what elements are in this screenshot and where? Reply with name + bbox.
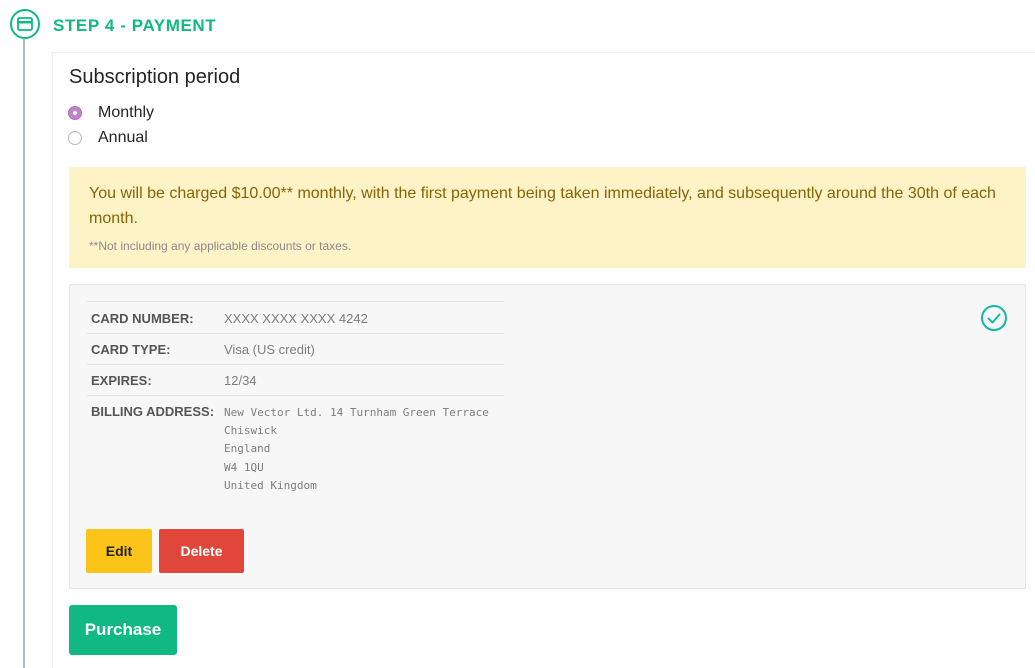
edit-card-button[interactable]: Edit bbox=[86, 529, 152, 573]
radio-annual[interactable]: Annual bbox=[68, 129, 148, 147]
charge-notice-message: You will be charged $10.00** monthly, wi… bbox=[89, 185, 996, 227]
timeline-line bbox=[23, 38, 25, 668]
card-number-label: CARD NUMBER: bbox=[87, 301, 220, 334]
table-row: CARD NUMBER: XXXX XXXX XXXX 4242 bbox=[87, 301, 504, 334]
table-row: EXPIRES: 12/34 bbox=[87, 364, 504, 396]
card-type-value: Visa (US credit) bbox=[220, 333, 504, 365]
subscription-period-heading: Subscription period bbox=[69, 66, 241, 88]
table-row: BILLING ADDRESS: New Vector Ltd. 14 Turn… bbox=[87, 395, 504, 503]
billing-address-value: New Vector Ltd. 14 Turnham Green Terrace… bbox=[224, 406, 489, 492]
purchase-button[interactable]: Purchase bbox=[69, 605, 177, 655]
saved-card: CARD NUMBER: XXXX XXXX XXXX 4242 CARD TY… bbox=[69, 284, 1026, 589]
radio-monthly-button[interactable] bbox=[68, 106, 82, 120]
expires-value: 12/34 bbox=[220, 364, 504, 396]
delete-card-button[interactable]: Delete bbox=[159, 529, 244, 573]
step-title: STEP 4 - PAYMENT bbox=[53, 16, 217, 35]
check-circle-icon bbox=[980, 304, 1008, 337]
charge-notice: You will be charged $10.00** monthly, wi… bbox=[69, 167, 1026, 268]
table-row: CARD TYPE: Visa (US credit) bbox=[87, 333, 504, 365]
credit-card-icon bbox=[10, 9, 40, 39]
radio-monthly-label: Monthly bbox=[98, 104, 155, 121]
radio-annual-label: Annual bbox=[98, 129, 148, 146]
radio-monthly[interactable]: Monthly bbox=[68, 104, 154, 122]
expires-label: EXPIRES: bbox=[87, 364, 220, 396]
card-type-label: CARD TYPE: bbox=[87, 333, 220, 365]
billing-address-label: BILLING ADDRESS: bbox=[87, 395, 220, 503]
card-number-value: XXXX XXXX XXXX 4242 bbox=[220, 301, 504, 334]
card-details-table: CARD NUMBER: XXXX XXXX XXXX 4242 CARD TY… bbox=[87, 301, 504, 503]
charge-notice-footnote: **Not including any applicable discounts… bbox=[89, 239, 352, 253]
radio-annual-button[interactable] bbox=[68, 131, 82, 145]
